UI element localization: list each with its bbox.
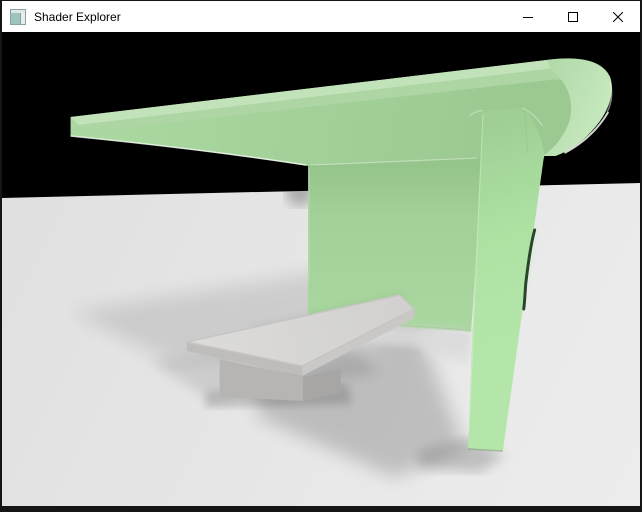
close-button[interactable] [595, 1, 640, 32]
app-icon [10, 9, 26, 25]
3d-viewport[interactable] [2, 32, 640, 506]
window-title: Shader Explorer [34, 10, 121, 24]
minimize-button[interactable] [505, 1, 550, 32]
maximize-button[interactable] [550, 1, 595, 32]
close-icon [613, 12, 623, 22]
maximize-icon [568, 12, 578, 22]
title-bar[interactable]: Shader Explorer [2, 1, 640, 32]
window-controls [505, 1, 640, 32]
scene-canvas [2, 32, 640, 506]
app-window: Shader Explorer [0, 0, 642, 512]
minimize-icon [523, 12, 533, 22]
